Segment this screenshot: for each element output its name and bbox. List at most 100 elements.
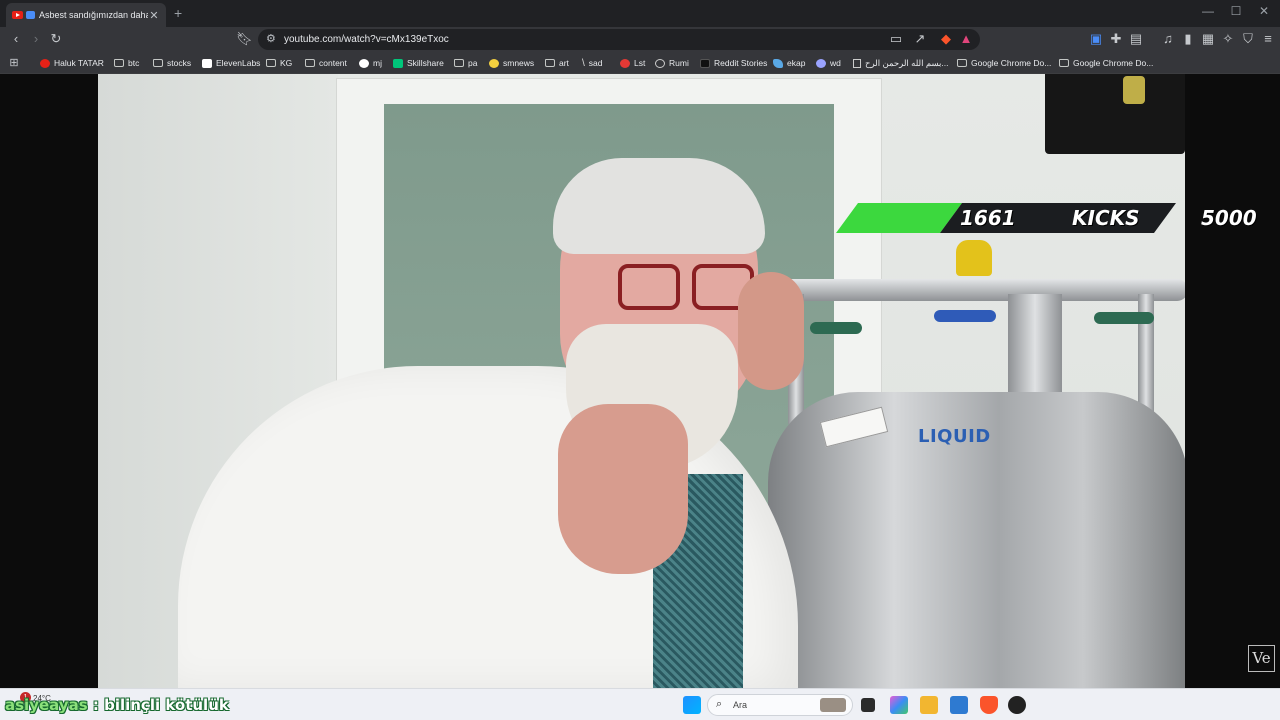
bookmark-smnews[interactable]: smnews bbox=[489, 56, 534, 70]
taskbar-search[interactable]: ⌕ Ara bbox=[707, 694, 853, 716]
music-icon[interactable]: ♫ bbox=[1160, 31, 1176, 47]
snipping-tool-icon[interactable] bbox=[950, 696, 968, 714]
close-window-button[interactable]: ✕ bbox=[1254, 4, 1274, 18]
bookmark-google-chrome-do-1[interactable]: Google Chrome Do... bbox=[957, 56, 1051, 70]
bookmark-sad[interactable]: \ sad bbox=[582, 56, 603, 70]
green-valve bbox=[810, 322, 862, 334]
green-valve bbox=[1094, 312, 1154, 324]
bookmark-label: Reddit Stories bbox=[714, 58, 768, 68]
extensions-icon[interactable]: ✚ bbox=[1108, 31, 1124, 47]
kicks-count-bg bbox=[836, 203, 962, 233]
vpn-shield-icon[interactable]: ⛉ bbox=[1240, 31, 1256, 47]
bookmark-label: Skillshare bbox=[407, 58, 444, 68]
bookmark-label: smnews bbox=[503, 58, 535, 68]
bookmark-label: KG bbox=[280, 58, 293, 68]
app-icon[interactable] bbox=[1008, 696, 1026, 714]
bookmark-wd[interactable]: wd bbox=[816, 56, 841, 70]
bookmark-content[interactable]: content bbox=[305, 56, 347, 70]
chat-separator: : bbox=[87, 696, 105, 714]
bookmark-kg[interactable]: KG bbox=[266, 56, 292, 70]
task-view-icon[interactable] bbox=[861, 698, 875, 712]
folder-icon bbox=[266, 59, 276, 67]
kicks-counter: 1661 KICKS 5000 bbox=[836, 203, 1257, 233]
lens bbox=[618, 264, 680, 310]
bookmark-reddit-stories[interactable]: Reddit Stories bbox=[700, 56, 767, 70]
slash-icon: \ bbox=[582, 57, 585, 69]
channel-watermark[interactable]: Ve bbox=[1248, 645, 1275, 672]
bookmark-label: sad bbox=[588, 58, 603, 68]
menu-icon[interactable]: ≡ bbox=[1260, 31, 1276, 47]
skillshare-icon bbox=[393, 58, 403, 68]
chat-overlay: asiyeayas : bilinçli kötülük bbox=[5, 696, 229, 714]
figurine bbox=[1123, 76, 1145, 104]
media-icon[interactable]: ▤ bbox=[1128, 31, 1144, 47]
tank-handle-ring bbox=[778, 279, 1185, 301]
leo-ai-icon[interactable]: ✧ bbox=[1220, 31, 1236, 47]
bookmark-label: Rumi bbox=[669, 58, 689, 68]
bookmark-art[interactable]: art bbox=[545, 56, 569, 70]
brave-shields-icon[interactable]: ◆ bbox=[938, 31, 954, 47]
letterbox-left bbox=[0, 74, 98, 688]
brave-browser-icon[interactable] bbox=[980, 696, 998, 714]
address-bar[interactable]: ⚙ youtube.com/watch?v=cMx139eTxoc ▭ ↗ ◆ … bbox=[258, 29, 980, 50]
smile-icon bbox=[489, 58, 499, 68]
d-icon bbox=[700, 58, 710, 68]
bookmark-google-chrome-do-2[interactable]: Google Chrome Do... bbox=[1059, 56, 1153, 70]
elevenlabs-icon bbox=[202, 58, 212, 68]
bookmark-label: mj bbox=[373, 58, 382, 68]
share-icon[interactable]: ↗ bbox=[912, 31, 928, 47]
bookmark-label: Google Chrome Do... bbox=[971, 58, 1052, 68]
browser-tab-youtube[interactable]: Asbest sandığımızdan daha b ✕ bbox=[6, 3, 166, 27]
bookmark-btc[interactable]: btc bbox=[114, 56, 139, 70]
bookmark-rumi[interactable]: Rumi bbox=[655, 56, 689, 70]
new-tab-button[interactable]: + bbox=[174, 5, 182, 21]
windows-start-icon[interactable] bbox=[683, 696, 701, 714]
url-text: youtube.com/watch?v=cMx139eTxoc bbox=[284, 34, 449, 45]
bookmark-lst[interactable]: Lst bbox=[620, 56, 645, 70]
bookmark-label: pa bbox=[468, 58, 478, 68]
youtube-favicon-icon bbox=[12, 11, 23, 19]
folder-icon bbox=[957, 59, 967, 67]
bookmark-label: ElevenLabs bbox=[216, 58, 261, 68]
extension-badge-icon[interactable]: ▣ bbox=[1088, 31, 1104, 47]
apps-grid-icon[interactable]: ⊞ bbox=[6, 55, 22, 71]
minimize-window-button[interactable]: — bbox=[1198, 4, 1218, 18]
bookmark-label: Lst bbox=[634, 58, 646, 68]
bookmark-label: content bbox=[319, 58, 347, 68]
bookmark-bismillah[interactable]: بسم الله الرحمن الرح... bbox=[853, 56, 949, 70]
bookmark-haluk-tatar[interactable]: Haluk TATAR bbox=[40, 56, 104, 70]
yellow-cap bbox=[956, 240, 992, 276]
folder-icon bbox=[454, 59, 464, 67]
bookmark-mj[interactable]: mj bbox=[359, 56, 382, 70]
browser-toolbar: ‹ › ↻ 🔖︎ ⚙ youtube.com/watch?v=cMx139eTx… bbox=[0, 27, 1280, 52]
file-explorer-icon[interactable] bbox=[920, 696, 938, 714]
letterbox-right bbox=[1185, 74, 1280, 688]
folder-icon bbox=[114, 59, 124, 67]
back-arrow-icon[interactable]: ‹ bbox=[8, 31, 24, 47]
search-placeholder: Ara bbox=[733, 700, 748, 710]
brave-rewards-icon[interactable]: ▲ bbox=[958, 31, 974, 47]
search-icon: ⌕ bbox=[716, 698, 723, 710]
maximize-window-button[interactable]: ☐ bbox=[1226, 4, 1246, 18]
video-frame: LIQUID bbox=[98, 74, 1185, 688]
site-info-icon[interactable]: ⚙ bbox=[266, 32, 276, 45]
close-tab-icon[interactable]: ✕ bbox=[148, 9, 160, 22]
bookmark-ekap[interactable]: ekap bbox=[773, 56, 805, 70]
wallet-icon[interactable]: ▦ bbox=[1200, 31, 1216, 47]
bookmark-label: Google Chrome Do... bbox=[1073, 58, 1154, 68]
bookmark-pa[interactable]: pa bbox=[454, 56, 477, 70]
bookmark-icon[interactable]: 🔖︎ bbox=[236, 31, 253, 47]
copilot-icon[interactable] bbox=[890, 696, 908, 714]
video-player[interactable]: LIQUID 1661 KICKS 5000 Ve bbox=[0, 74, 1280, 688]
reload-icon[interactable]: ↻ bbox=[48, 31, 64, 47]
folder-icon bbox=[545, 59, 555, 67]
bookmark-label: بسم الله الرحمن الرح... bbox=[865, 57, 949, 68]
forward-arrow-icon[interactable]: › bbox=[28, 31, 44, 47]
bookmark-elevenlabs[interactable]: ElevenLabs bbox=[202, 56, 260, 70]
bookmark-stocks[interactable]: stocks bbox=[153, 56, 191, 70]
page-icon bbox=[853, 58, 861, 68]
bookmark-skillshare[interactable]: Skillshare bbox=[393, 56, 444, 70]
bird-icon bbox=[773, 58, 783, 68]
sidebar-icon[interactable]: ▮ bbox=[1180, 31, 1196, 47]
cast-icon[interactable]: ▭ bbox=[888, 31, 904, 47]
